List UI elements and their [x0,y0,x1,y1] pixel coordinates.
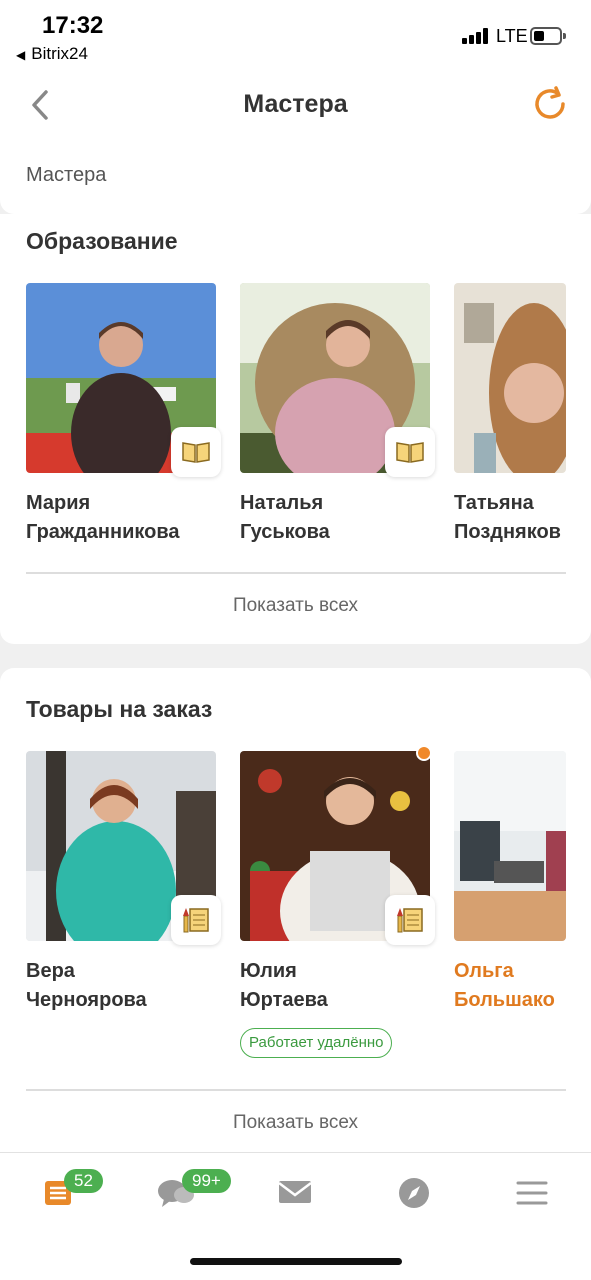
book-icon [385,427,435,477]
breadcrumb-label: Мастера [26,164,107,186]
chat-count-badge: 99+ [182,1169,231,1193]
show-all-button[interactable]: Показать всех [0,595,591,617]
status-time: 17:32 [42,12,104,39]
person-photo [454,751,566,941]
person-name[interactable]: Ольга Большако [454,957,566,1015]
book-icon [171,427,221,477]
person-name[interactable]: Татьяна Поздняков [454,489,566,547]
network-label: LTE [496,26,528,46]
brush-canvas-icon [385,895,435,945]
online-indicator [416,745,432,761]
section-title: Товары на заказ [26,696,213,722]
remote-work-badge: Работает удалённо [240,1028,393,1058]
person-photo [454,283,566,473]
person-name[interactable]: Вера Черноярова [26,957,226,1015]
feed-count-badge: 52 [64,1169,103,1193]
tab-menu[interactable] [514,1175,554,1209]
nav-bar: Мастера [0,70,591,138]
divider [26,572,566,574]
home-indicator[interactable] [190,1258,402,1265]
refresh-icon[interactable] [532,86,570,122]
tab-chats[interactable]: 99+ [156,1169,231,1209]
section-custom-goods: Товары на заказ Вера Черноярова Юлия Юрт… [0,668,591,1152]
battery-icon [530,27,566,45]
person-name[interactable]: Юлия Юртаева [240,957,440,1015]
brush-canvas-icon [171,895,221,945]
tab-feed[interactable]: 52 [42,1169,103,1209]
show-all-button[interactable]: Показать всех [0,1112,591,1134]
breadcrumb: Мастера [0,138,591,214]
person-name[interactable]: Наталья Гуськова [240,489,440,547]
page-title: Мастера [243,90,348,118]
section-title: Образование [26,228,178,254]
tab-explore[interactable] [396,1175,436,1209]
compass-icon [399,1178,429,1208]
section-education: Образование Мария Гражданникова Наталья … [0,214,591,644]
back-to-app-link[interactable]: ◀ Bitrix24 [16,44,88,64]
status-bar: 17:32 ◀ Bitrix24 LTE [0,0,591,70]
hamburger-menu-icon [516,1181,548,1205]
mail-icon [278,1181,312,1203]
back-triangle-icon: ◀ [16,48,26,62]
tab-mail[interactable] [276,1175,316,1209]
signal-icon [462,28,492,44]
divider [26,1089,566,1091]
back-app-label: Bitrix24 [31,44,88,63]
person-name[interactable]: Мария Гражданникова [26,489,226,547]
